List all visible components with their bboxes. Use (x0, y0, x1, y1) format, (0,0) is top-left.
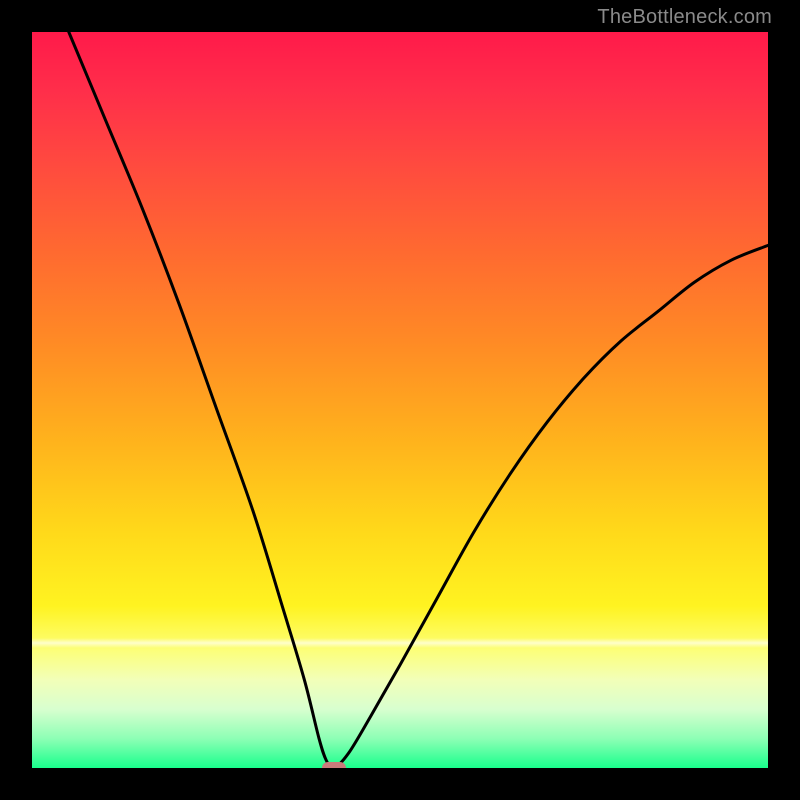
chart-frame: TheBottleneck.com (0, 0, 800, 800)
bottleneck-curve (69, 32, 768, 768)
curve-layer (32, 32, 768, 768)
minimum-marker (322, 762, 346, 768)
watermark-label: TheBottleneck.com (597, 6, 772, 29)
plot-area (32, 32, 768, 768)
